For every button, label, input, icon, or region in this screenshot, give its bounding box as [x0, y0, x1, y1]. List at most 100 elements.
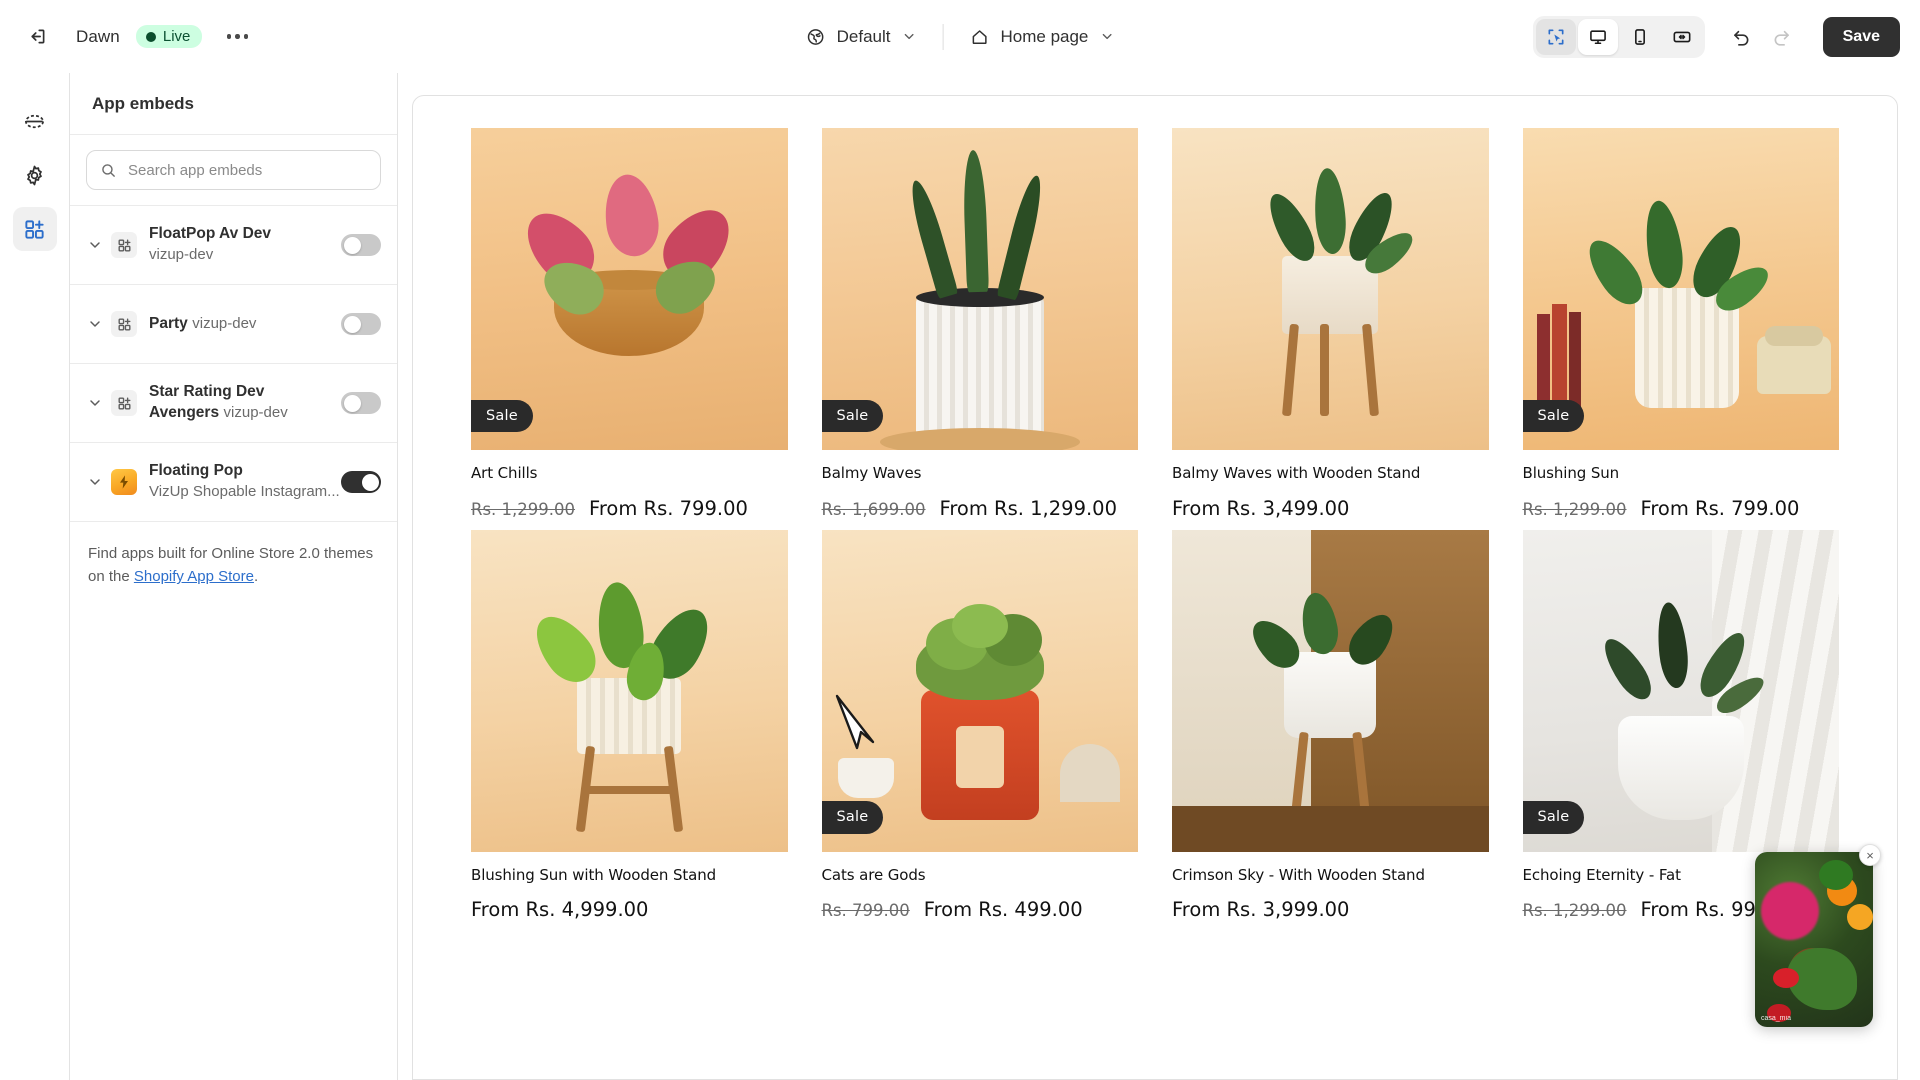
product-title[interactable]: Blushing Sun with Wooden Stand [471, 866, 788, 886]
product-price-old: Rs. 1,699.00 [821, 499, 926, 519]
page-selector[interactable]: Home page [957, 20, 1126, 54]
product-image[interactable]: Sale [1522, 128, 1839, 450]
app-embed-toggle[interactable] [341, 313, 381, 335]
page-label: Home page [1000, 26, 1089, 46]
status-badge-label: Live [162, 28, 191, 45]
product-price-new: From Rs. 4,999.00 [471, 898, 649, 921]
desktop-view-button[interactable] [1577, 18, 1618, 55]
mobile-icon [1634, 28, 1645, 45]
product-info: Crimson Sky - With Wooden Stand From Rs.… [1172, 852, 1489, 922]
product-info: Art Chills Rs. 1,299.00 From Rs. 799.00 [471, 450, 788, 520]
divider [942, 23, 944, 50]
product-price-new: From Rs. 799.00 [589, 496, 748, 520]
sections-icon[interactable] [13, 99, 57, 143]
product-card[interactable]: Sale Blushing Sun Rs. 1,299.00 From Rs. … [1522, 128, 1840, 520]
product-image[interactable] [471, 529, 788, 852]
sale-badge: Sale [1522, 801, 1585, 834]
product-card[interactable]: Crimson Sky - With Wooden Stand From Rs.… [1172, 529, 1489, 922]
search-section [70, 135, 397, 206]
product-title[interactable]: Art Chills [471, 464, 788, 484]
product-title[interactable]: Cats are Gods [822, 866, 1139, 886]
page-title: App embeds [92, 93, 195, 113]
sale-badge: Sale [821, 801, 884, 834]
gear-glyph [27, 165, 42, 185]
app-embeds-list: FloatPop Av Dev vizup-dev Party vizup-de… [70, 206, 397, 522]
mobile-view-button[interactable] [1620, 19, 1660, 55]
product-price: Rs. 799.00 From Rs. 499.00 [822, 898, 1139, 921]
product-info: Cats are Gods Rs. 799.00 From Rs. 499.00 [822, 852, 1139, 922]
redo-button[interactable] [1763, 18, 1801, 56]
full-width-view-button[interactable] [1662, 19, 1702, 55]
undo-button[interactable] [1723, 18, 1761, 56]
locale-selector[interactable]: Default [794, 20, 929, 54]
app-embed-row[interactable]: FloatPop Av Dev vizup-dev [70, 206, 397, 285]
product-card[interactable]: Blushing Sun with Wooden Stand From Rs. … [471, 529, 788, 921]
app-embed-toggle[interactable] [341, 471, 381, 493]
product-image[interactable]: Sale [1522, 529, 1839, 852]
product-title[interactable]: Blushing Sun [1523, 464, 1840, 484]
product-price-old: Rs. 799.00 [821, 901, 910, 920]
save-button[interactable]: Save [1822, 16, 1900, 57]
theme-name: Dawn [76, 26, 120, 46]
product-title[interactable]: Balmy Waves [822, 464, 1139, 484]
app-embeds-icon[interactable] [12, 207, 57, 251]
product-image[interactable] [1172, 529, 1489, 852]
more-options-button[interactable] [218, 18, 256, 56]
footer-text: Find apps built for Online Store 2.0 the… [88, 542, 379, 589]
app-embed-text: Party vizup-dev [149, 314, 333, 335]
app-embed-name: FloatPop Av Dev [149, 225, 272, 243]
sidebar-header: App embeds [70, 73, 397, 135]
app-embeds-glyph [25, 219, 44, 239]
chevron-down-icon [904, 33, 914, 40]
product-card[interactable]: Balmy Waves with Wooden Stand From Rs. 3… [1172, 128, 1489, 520]
locale-label: Default [836, 26, 891, 46]
app-embed-text: Star Rating Dev Avengers vizup-dev [149, 382, 333, 424]
floating-pop-widget[interactable]: casa_mia × [1755, 844, 1881, 1027]
gear-icon[interactable] [13, 153, 57, 197]
product-card[interactable]: Sale Cats are Gods Rs. 799.00 From Rs. 4… [821, 529, 1139, 922]
exit-icon[interactable] [18, 18, 56, 56]
product-price: Rs. 1,299.00 From Rs. 799.00 [471, 497, 788, 520]
floating-pop-media[interactable]: casa_mia [1755, 852, 1873, 1027]
app-embed-text: Floating Pop VizUp Shopable Instagram... [149, 461, 340, 502]
close-icon[interactable]: × [1859, 844, 1881, 866]
ellipsis-icon [226, 34, 249, 39]
chevron-down-icon[interactable] [84, 395, 106, 411]
product-info: Blushing Sun Rs. 1,299.00 From Rs. 799.0… [1523, 450, 1840, 520]
product-card[interactable]: Sale Balmy Waves Rs. 1,699.00 From Rs. 1… [821, 128, 1139, 520]
app-embed-toggle[interactable] [341, 234, 381, 256]
product-image[interactable]: Sale [471, 128, 788, 450]
storefront-preview-frame[interactable]: Sale Art Chills Rs. 1,299.00 From Rs. 79… [412, 95, 1898, 1080]
search-input[interactable] [128, 161, 367, 179]
app-embed-developer: vizup-dev [149, 246, 214, 264]
app-embed-row[interactable]: Star Rating Dev Avengers vizup-dev [70, 364, 397, 443]
app-embed-toggle[interactable] [341, 392, 381, 414]
product-image[interactable] [1172, 128, 1489, 450]
app-embed-row[interactable]: Party vizup-dev [70, 285, 397, 364]
product-title[interactable]: Crimson Sky - With Wooden Stand [1172, 866, 1489, 886]
chevron-down-icon[interactable] [84, 316, 106, 332]
product-card[interactable]: Sale Art Chills Rs. 1,299.00 From Rs. 79… [471, 128, 788, 520]
app-embed-developer: vizup-dev [223, 404, 288, 421]
product-image[interactable]: Sale [821, 529, 1138, 852]
app-embed-row[interactable]: Floating Pop VizUp Shopable Instagram... [70, 443, 397, 522]
chevron-down-icon[interactable] [84, 474, 106, 490]
shopify-app-store-link[interactable]: Shopify App Store [134, 568, 254, 585]
floating-pop-icon [111, 469, 137, 495]
history-group [1723, 18, 1801, 56]
product-price-new: From Rs. 799.00 [1640, 496, 1800, 520]
instagram-handle: casa_mia [1761, 1015, 1791, 1022]
app-generic-icon [111, 232, 137, 258]
product-image[interactable]: Sale [821, 128, 1138, 450]
footer-text-after: . [253, 568, 259, 586]
app-embed-developer: VizUp Shopable Instagram... [149, 483, 340, 501]
search-box[interactable] [86, 150, 381, 190]
product-price: From Rs. 4,999.00 [471, 898, 788, 921]
lightning-bolt-icon [120, 475, 128, 489]
chevron-down-icon[interactable] [84, 237, 106, 253]
view-mode-group [1532, 15, 1705, 58]
product-title[interactable]: Balmy Waves with Wooden Stand [1172, 464, 1489, 484]
sidebar-footer: Find apps built for Online Store 2.0 the… [70, 522, 397, 609]
select-tool-button[interactable] [1535, 18, 1576, 55]
app-embed-name: Floating Pop [149, 462, 243, 480]
